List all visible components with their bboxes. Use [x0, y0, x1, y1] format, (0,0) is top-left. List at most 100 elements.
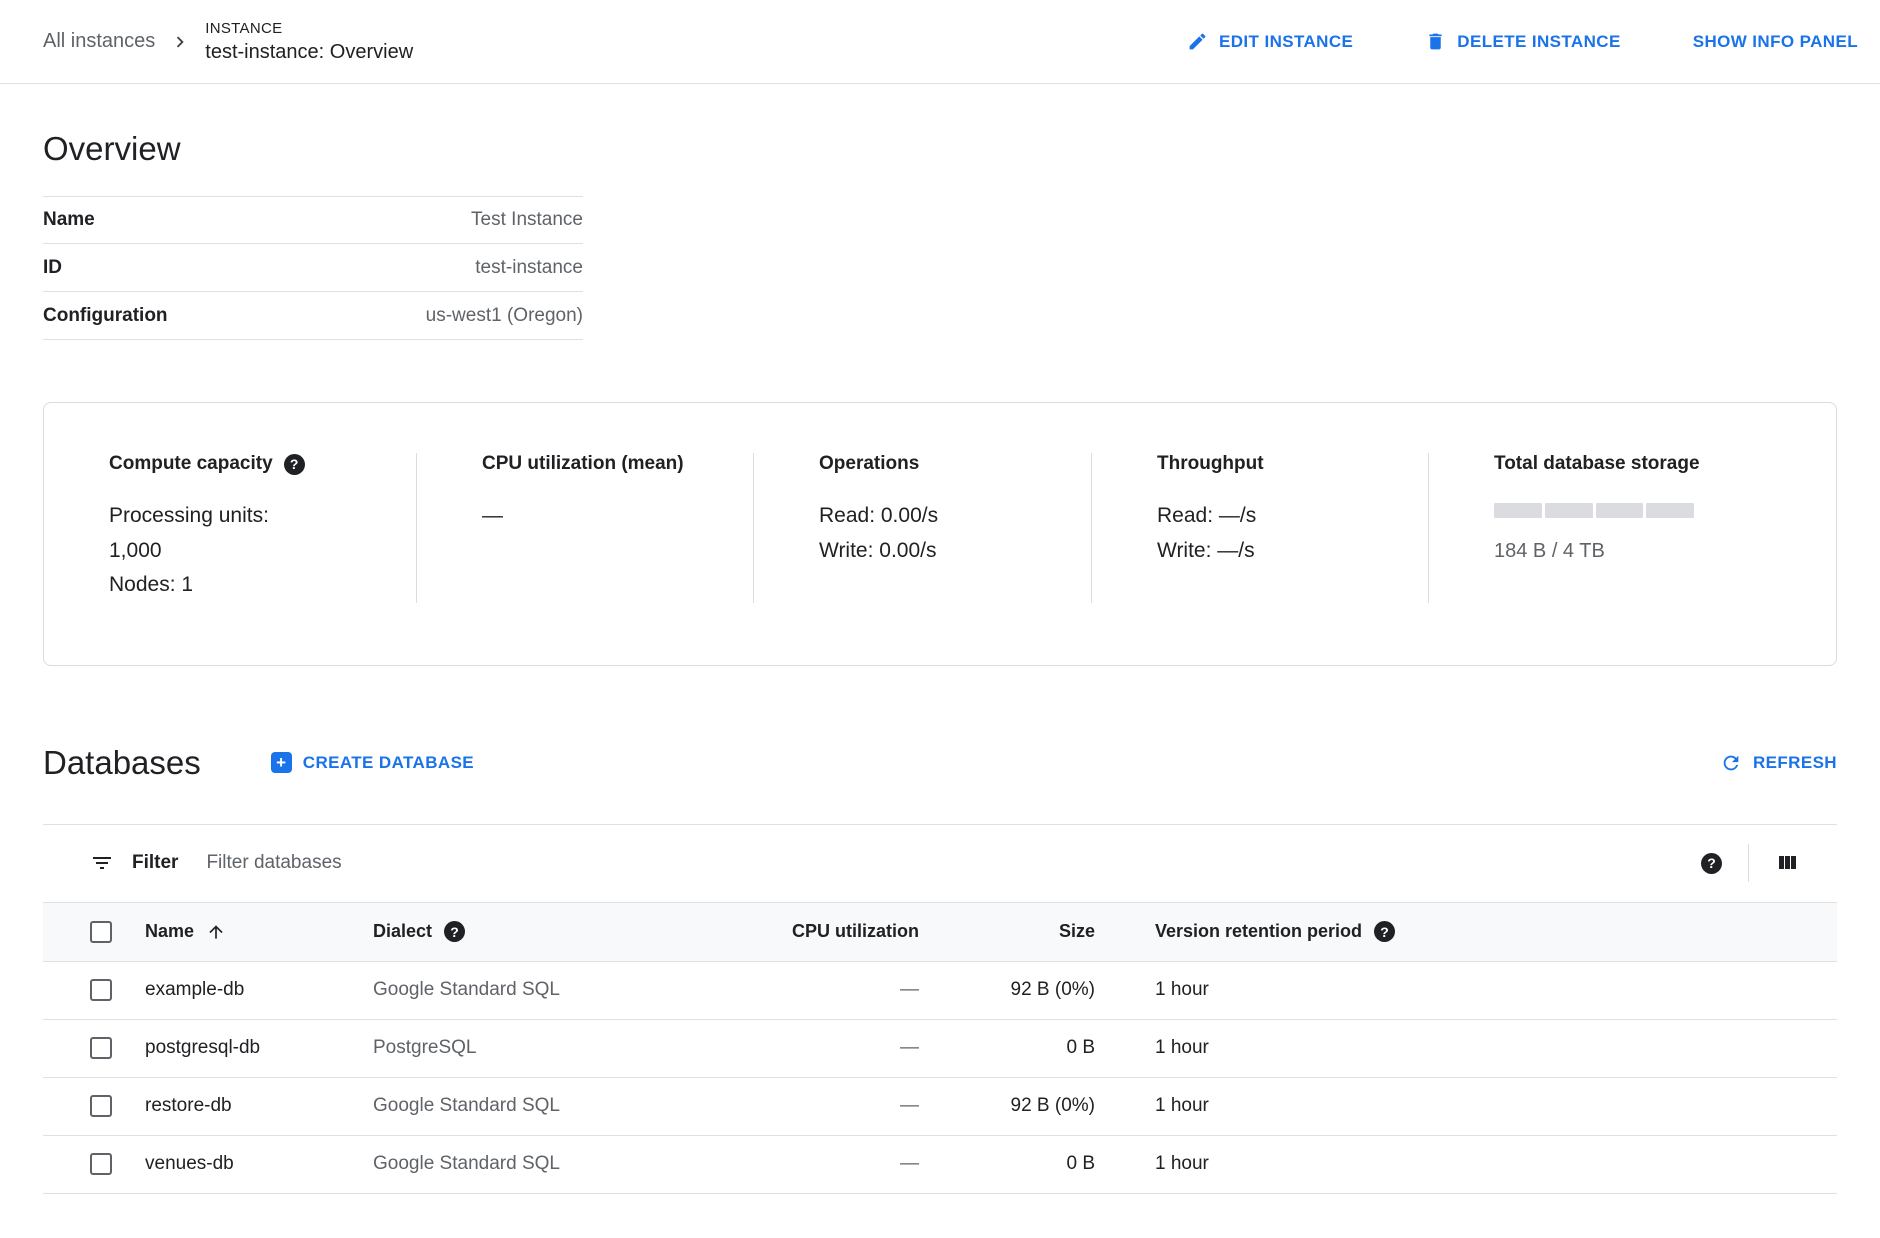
- database-name-link[interactable]: example-db: [145, 979, 373, 1001]
- metric-value: Read: —/s: [1157, 499, 1400, 534]
- database-size: 0 B: [919, 1037, 1095, 1059]
- help-icon[interactable]: ?: [1701, 853, 1722, 874]
- pencil-icon: [1187, 31, 1208, 52]
- breadcrumb-kicker: INSTANCE: [205, 20, 413, 37]
- show-info-panel-button[interactable]: SHOW INFO PANEL: [1693, 32, 1858, 52]
- metric-value: Processing units:: [109, 499, 388, 534]
- column-label: Version retention period: [1155, 921, 1362, 942]
- trash-icon: [1425, 31, 1446, 52]
- detail-label: Name: [43, 209, 95, 231]
- database-name: postgresql-db: [145, 1037, 260, 1059]
- table-row: example-db Google Standard SQL — 92 B (0…: [43, 962, 1837, 1020]
- metric-value: Write: —/s: [1157, 534, 1400, 569]
- metric-total-storage: Total database storage 184 B / 4 TB: [1428, 453, 1836, 603]
- storage-bar-segment: [1494, 503, 1542, 518]
- database-dialect: PostgreSQL: [373, 1037, 663, 1059]
- detail-value: test-instance: [475, 257, 583, 279]
- detail-label: Configuration: [43, 305, 168, 327]
- column-label: Size: [1059, 921, 1095, 941]
- delete-instance-label: DELETE INSTANCE: [1457, 32, 1620, 52]
- page-title: test-instance: Overview: [205, 41, 413, 64]
- plus-icon: +: [271, 752, 292, 773]
- row-checkbox[interactable]: [90, 979, 112, 1001]
- database-cpu: —: [663, 1153, 919, 1175]
- row-checkbox[interactable]: [90, 1153, 112, 1175]
- chevron-right-icon: [169, 31, 191, 53]
- database-size: 92 B (0%): [919, 979, 1095, 1001]
- row-checkbox[interactable]: [90, 1037, 112, 1059]
- help-icon[interactable]: ?: [1374, 921, 1395, 942]
- database-name: example-db: [145, 979, 244, 1001]
- breadcrumb: INSTANCE test-instance: Overview: [205, 20, 413, 64]
- row-checkbox-cell: [43, 1095, 145, 1117]
- database-name-link[interactable]: postgresql-db: [145, 1037, 373, 1059]
- detail-value: us-west1 (Oregon): [426, 305, 583, 327]
- metric-value: 1,000: [109, 534, 388, 569]
- refresh-button[interactable]: REFRESH: [1720, 752, 1837, 774]
- select-all-checkbox[interactable]: [90, 921, 112, 943]
- breadcrumb-all-instances[interactable]: All instances: [43, 30, 155, 53]
- detail-label: ID: [43, 257, 62, 279]
- column-header-size: Size: [919, 921, 1095, 942]
- database-size: 0 B: [919, 1153, 1095, 1175]
- storage-bar-segment: [1545, 503, 1593, 518]
- row-checkbox-cell: [43, 1037, 145, 1059]
- column-header-retention: Version retention period ?: [1095, 921, 1837, 942]
- databases-heading: Databases: [43, 744, 201, 782]
- database-dialect: Google Standard SQL: [373, 1095, 663, 1117]
- database-name-link[interactable]: venues-db: [145, 1153, 373, 1175]
- database-name: restore-db: [145, 1095, 232, 1117]
- storage-usage-bar: [1494, 503, 1694, 518]
- storage-bar-segment: [1646, 503, 1694, 518]
- metric-compute-capacity: Compute capacity ? Processing units: 1,0…: [44, 453, 416, 603]
- filter-toolbar: Filter ?: [43, 824, 1837, 902]
- database-cpu: —: [663, 1037, 919, 1059]
- column-display-icon[interactable]: [1775, 851, 1799, 875]
- database-dialect: Google Standard SQL: [373, 1153, 663, 1175]
- header-checkbox-cell: [43, 921, 145, 943]
- column-label: CPU utilization: [792, 921, 919, 941]
- database-retention: 1 hour: [1095, 1095, 1837, 1117]
- database-size: 92 B (0%): [919, 1095, 1095, 1117]
- metrics-card: Compute capacity ? Processing units: 1,0…: [43, 402, 1837, 666]
- database-name-link[interactable]: restore-db: [145, 1095, 373, 1117]
- metric-value: —: [482, 499, 725, 534]
- detail-row-configuration: Configuration us-west1 (Oregon): [43, 292, 583, 340]
- column-header-cpu: CPU utilization: [663, 921, 919, 942]
- top-bar: All instances INSTANCE test-instance: Ov…: [0, 0, 1880, 84]
- databases-table-header: Name Dialect ? CPU utilization Size Vers…: [43, 902, 1837, 962]
- metric-title: Throughput: [1157, 453, 1264, 475]
- toolbar-divider: [1748, 844, 1749, 882]
- metric-title: CPU utilization (mean): [482, 453, 684, 475]
- help-icon[interactable]: ?: [284, 454, 305, 475]
- databases-header: Databases + CREATE DATABASE REFRESH: [43, 744, 1837, 782]
- sort-ascending-icon: [206, 922, 226, 942]
- column-label: Name: [145, 921, 194, 942]
- metric-cpu-utilization: CPU utilization (mean) —: [416, 453, 753, 603]
- database-dialect: Google Standard SQL: [373, 979, 663, 1001]
- table-row: restore-db Google Standard SQL — 92 B (0…: [43, 1078, 1837, 1136]
- metric-throughput: Throughput Read: —/s Write: —/s: [1091, 453, 1428, 603]
- column-header-name[interactable]: Name: [145, 921, 373, 942]
- delete-instance-button[interactable]: DELETE INSTANCE: [1425, 31, 1620, 52]
- metric-value: Write: 0.00/s: [819, 534, 1063, 569]
- metric-value: Nodes: 1: [109, 568, 388, 603]
- metric-value: Read: 0.00/s: [819, 499, 1063, 534]
- row-checkbox-cell: [43, 1153, 145, 1175]
- metric-operations: Operations Read: 0.00/s Write: 0.00/s: [753, 453, 1091, 603]
- filter-input[interactable]: [206, 852, 1701, 874]
- edit-instance-button[interactable]: EDIT INSTANCE: [1187, 31, 1353, 52]
- column-label: Dialect: [373, 921, 432, 942]
- refresh-icon: [1720, 752, 1742, 774]
- refresh-label: REFRESH: [1753, 753, 1837, 773]
- detail-row-id: ID test-instance: [43, 244, 583, 292]
- row-checkbox[interactable]: [90, 1095, 112, 1117]
- metric-title: Compute capacity: [109, 453, 273, 475]
- main-content: Overview Name Test Instance ID test-inst…: [0, 130, 1880, 1194]
- help-icon[interactable]: ?: [444, 921, 465, 942]
- edit-instance-label: EDIT INSTANCE: [1219, 32, 1353, 52]
- storage-bar-segment: [1596, 503, 1644, 518]
- table-row: venues-db Google Standard SQL — 0 B 1 ho…: [43, 1136, 1837, 1194]
- create-database-button[interactable]: + CREATE DATABASE: [271, 752, 474, 773]
- detail-value: Test Instance: [471, 209, 583, 231]
